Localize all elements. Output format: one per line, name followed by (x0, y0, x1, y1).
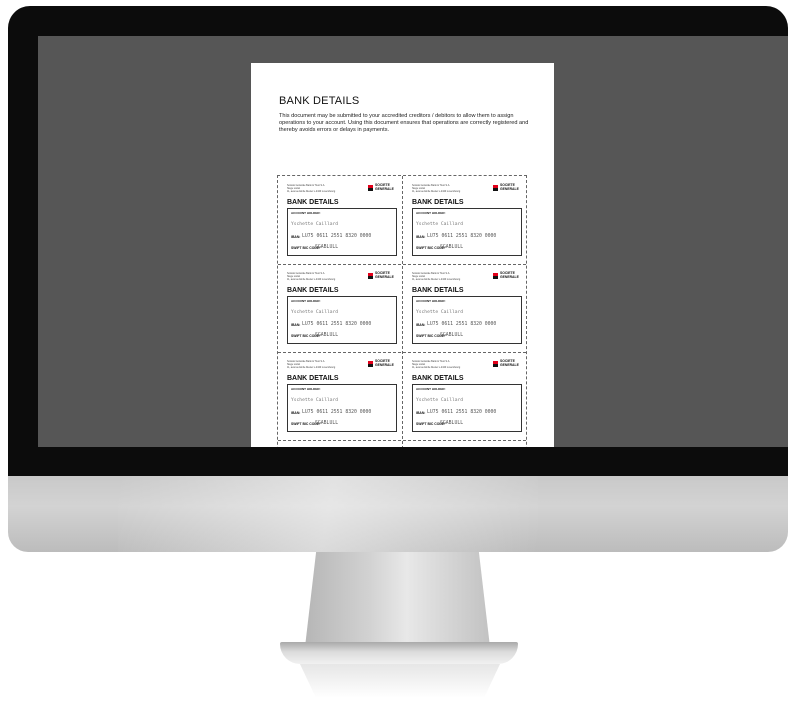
logo-line: GENERALE (500, 362, 519, 367)
account-box: ACCOUNT HOLDER: Yschette Caillard IBAN: … (412, 384, 522, 432)
holder-name: Yschette Caillard (416, 310, 464, 315)
address-line: 11, avenue Emile Reuter L-2420 Luxembour… (287, 366, 336, 369)
card-title: BANK DETAILS (412, 375, 464, 382)
societe-generale-logo: SOCIETE GENERALE (368, 183, 400, 194)
bank-details-document: BANK DETAILS This document may be submit… (251, 63, 554, 447)
holder-label: ACCOUNT HOLDER: (416, 387, 446, 391)
bank-address: Société Générale Bank & Trust S.A. Siège… (412, 272, 478, 281)
account-box: ACCOUNT HOLDER: Yschette Caillard IBAN: … (287, 384, 397, 432)
swift-value: SGABLULL (315, 333, 339, 338)
iban-value: LU75 0611 2551 8320 0000 (427, 322, 497, 327)
logo-mark-icon (493, 185, 498, 191)
iban-value: LU75 0611 2551 8320 0000 (427, 234, 497, 239)
bank-card: Société Générale Bank & Trust S.A. Siège… (278, 264, 402, 352)
bank-card: Société Générale Bank & Trust S.A. Siège… (278, 352, 402, 440)
monitor-stand (305, 552, 490, 647)
iban-label: IBAN: (416, 235, 426, 239)
iban-label: IBAN: (416, 323, 426, 327)
address-line: 11, avenue Emile Reuter L-2420 Luxembour… (287, 278, 336, 281)
bank-address: Société Générale Bank & Trust S.A. Siège… (287, 184, 353, 193)
holder-name: Yschette Caillard (416, 398, 464, 403)
account-box: ACCOUNT HOLDER: Yschette Caillard IBAN: … (287, 208, 397, 256)
logo-line: GENERALE (375, 274, 394, 279)
swift-value: SGABLULL (315, 245, 339, 250)
logo-mark-icon (368, 361, 373, 367)
iban-label: IBAN: (291, 323, 301, 327)
bank-address: Société Générale Bank & Trust S.A. Siège… (287, 360, 353, 369)
logo-text: SOCIETE GENERALE (500, 359, 519, 368)
iban-label: IBAN: (291, 235, 301, 239)
logo-mark-icon (493, 273, 498, 279)
holder-label: ACCOUNT HOLDER: (291, 387, 321, 391)
address-line: 11, avenue Emile Reuter L-2420 Luxembour… (287, 190, 336, 193)
account-box: ACCOUNT HOLDER: Yschette Caillard IBAN: … (287, 296, 397, 344)
card-title: BANK DETAILS (287, 375, 339, 382)
iban-value: LU75 0611 2551 8320 0000 (302, 322, 372, 327)
swift-value: SGABLULL (440, 421, 464, 426)
swift-value: SGABLULL (440, 245, 464, 250)
logo-mark-icon (493, 361, 498, 367)
document-title: BANK DETAILS (279, 95, 360, 107)
holder-name: Yschette Caillard (291, 398, 339, 403)
card-title: BANK DETAILS (287, 199, 339, 206)
bank-card: Société Générale Bank & Trust S.A. Siège… (403, 264, 527, 352)
bank-address: Société Générale Bank & Trust S.A. Siège… (287, 272, 353, 281)
chin-glare (118, 476, 538, 552)
holder-name: Yschette Caillard (416, 222, 464, 227)
card-title: BANK DETAILS (412, 287, 464, 294)
societe-generale-logo: SOCIETE GENERALE (368, 359, 400, 370)
holder-name: Yschette Caillard (291, 222, 339, 227)
logo-text: SOCIETE GENERALE (375, 359, 394, 368)
iban-value: LU75 0611 2551 8320 0000 (302, 234, 372, 239)
iban-label: IBAN: (416, 411, 426, 415)
stand-reflection (300, 664, 500, 698)
cards-sheet: Société Générale Bank & Trust S.A. Siège… (277, 175, 527, 447)
logo-line: GENERALE (500, 274, 519, 279)
account-box: ACCOUNT HOLDER: Yschette Caillard IBAN: … (412, 296, 522, 344)
logo-text: SOCIETE GENERALE (375, 183, 394, 192)
bank-address: Société Générale Bank & Trust S.A. Siège… (412, 184, 478, 193)
card-title: BANK DETAILS (412, 199, 464, 206)
societe-generale-logo: SOCIETE GENERALE (493, 183, 525, 194)
logo-line: GENERALE (375, 186, 394, 191)
card-title: BANK DETAILS (287, 287, 339, 294)
logo-line: GENERALE (375, 362, 394, 367)
bank-card: Société Générale Bank & Trust S.A. Siège… (403, 352, 527, 440)
address-line: 11, avenue Emile Reuter L-2420 Luxembour… (412, 278, 461, 281)
iban-value: LU75 0611 2551 8320 0000 (302, 410, 372, 415)
holder-name: Yschette Caillard (291, 310, 339, 315)
iban-value: LU75 0611 2551 8320 0000 (427, 410, 497, 415)
monitor-stand-base (280, 642, 518, 664)
monitor-chin (8, 476, 788, 552)
societe-generale-logo: SOCIETE GENERALE (368, 271, 400, 282)
account-box: ACCOUNT HOLDER: Yschette Caillard IBAN: … (412, 208, 522, 256)
logo-line: GENERALE (500, 186, 519, 191)
swift-value: SGABLULL (440, 333, 464, 338)
iban-label: IBAN: (291, 411, 301, 415)
societe-generale-logo: SOCIETE GENERALE (493, 271, 525, 282)
monitor-screen: BANK DETAILS This document may be submit… (38, 36, 788, 447)
logo-text: SOCIETE GENERALE (500, 271, 519, 280)
bank-card: Société Générale Bank & Trust S.A. Siège… (278, 176, 402, 264)
holder-label: ACCOUNT HOLDER: (416, 211, 446, 215)
bank-address: Société Générale Bank & Trust S.A. Siège… (412, 360, 478, 369)
cut-line-horizontal (278, 440, 526, 441)
logo-mark-icon (368, 185, 373, 191)
holder-label: ACCOUNT HOLDER: (291, 211, 321, 215)
swift-value: SGABLULL (315, 421, 339, 426)
holder-label: ACCOUNT HOLDER: (416, 299, 446, 303)
logo-text: SOCIETE GENERALE (375, 271, 394, 280)
bank-card: Société Générale Bank & Trust S.A. Siège… (403, 176, 527, 264)
logo-text: SOCIETE GENERALE (500, 183, 519, 192)
address-line: 11, avenue Emile Reuter L-2420 Luxembour… (412, 190, 461, 193)
logo-mark-icon (368, 273, 373, 279)
address-line: 11, avenue Emile Reuter L-2420 Luxembour… (412, 366, 461, 369)
document-intro: This document may be submitted to your a… (279, 113, 529, 133)
societe-generale-logo: SOCIETE GENERALE (493, 359, 525, 370)
holder-label: ACCOUNT HOLDER: (291, 299, 321, 303)
